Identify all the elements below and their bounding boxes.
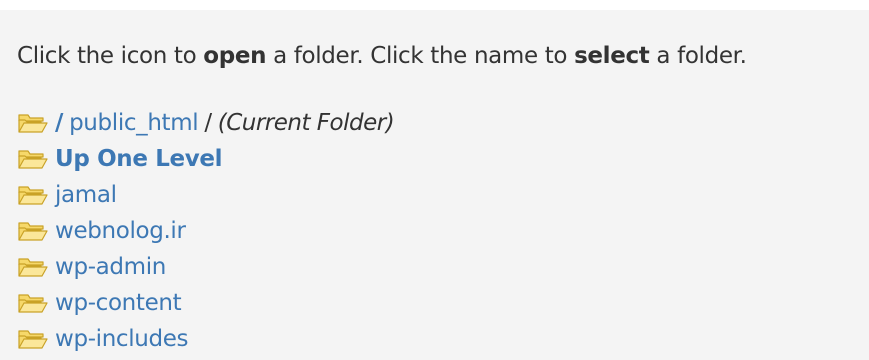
open-folder-icon[interactable]	[17, 291, 49, 315]
root-separator[interactable]: /	[55, 110, 63, 136]
open-folder-icon[interactable]	[17, 147, 49, 171]
folder-link-jamal[interactable]: jamal	[55, 182, 117, 208]
current-folder-link[interactable]: public_html	[69, 110, 199, 136]
folder-browser-panel: Click the icon to open a folder. Click t…	[0, 10, 869, 360]
folder-list: / public_html / (Current Folder) Up One …	[17, 105, 395, 357]
up-one-level-link[interactable]: Up One Level	[55, 146, 223, 172]
open-folder-icon[interactable]	[17, 111, 49, 135]
current-folder-label: (Current Folder)	[217, 110, 395, 136]
open-folder-icon[interactable]	[17, 219, 49, 243]
current-path-row: / public_html / (Current Folder)	[17, 105, 395, 141]
folder-link-wp-admin[interactable]: wp-admin	[55, 254, 166, 280]
instructions-part-2: a folder. Click the name to	[266, 43, 575, 69]
up-one-level-row: Up One Level	[17, 141, 394, 177]
path-separator: /	[204, 110, 212, 136]
folder-list-item: webnolog.ir	[17, 213, 394, 249]
instructions-part-3: a folder.	[649, 43, 747, 69]
folder-list-item: wp-admin	[17, 249, 394, 285]
folder-link-wp-includes[interactable]: wp-includes	[55, 326, 189, 352]
open-folder-icon[interactable]	[17, 255, 49, 279]
folder-list-item: wp-includes	[17, 321, 394, 357]
folder-list-item: wp-content	[17, 285, 394, 321]
instructions-text: Click the icon to open a folder. Click t…	[17, 41, 747, 71]
instructions-select-keyword: select	[574, 43, 650, 69]
folder-list-item: jamal	[17, 177, 394, 213]
open-folder-icon[interactable]	[17, 327, 49, 351]
folder-link-webnolog[interactable]: webnolog.ir	[55, 218, 186, 244]
instructions-part-1: Click the icon to	[17, 43, 204, 69]
open-folder-icon[interactable]	[17, 183, 49, 207]
folder-link-wp-content[interactable]: wp-content	[55, 290, 182, 316]
instructions-open-keyword: open	[203, 43, 267, 69]
